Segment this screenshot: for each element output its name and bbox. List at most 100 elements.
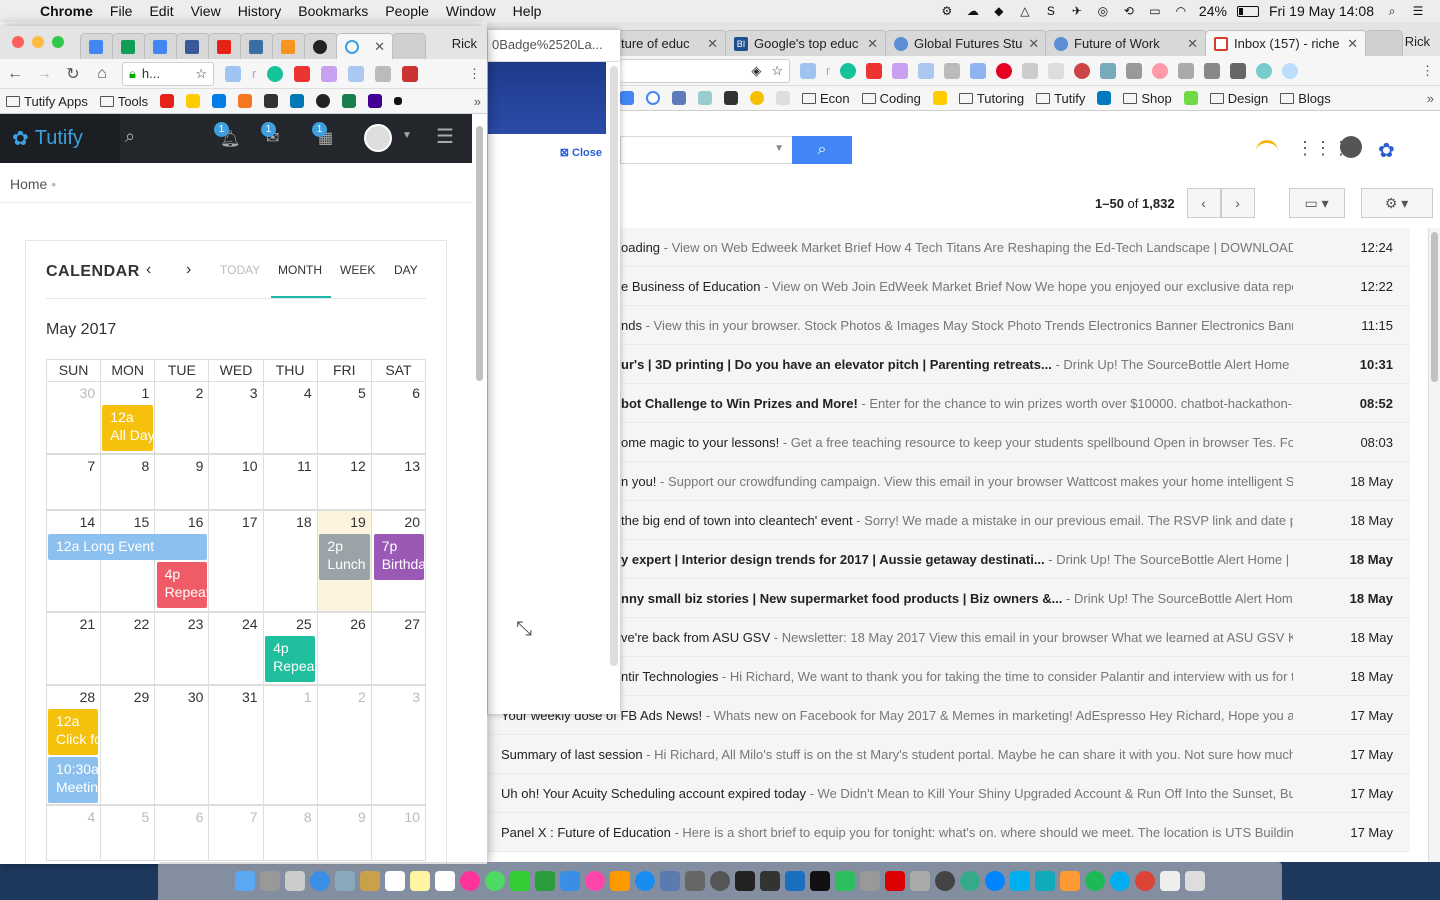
messenger-icon[interactable] [985,871,1005,891]
calendar-day-cell[interactable]: 1 [264,686,318,804]
terminal-icon[interactable] [810,871,830,891]
email-row[interactable]: ome magic to your lessons! - Get a free … [488,423,1410,462]
skype-icon[interactable] [1010,871,1030,891]
avatar[interactable] [364,124,392,152]
older-button[interactable]: › [1220,188,1255,218]
popup-scrollbar[interactable] [610,66,618,666]
calendar-day-cell[interactable]: 9 [155,455,210,509]
app-icon[interactable] [1060,871,1080,891]
terminal-icon[interactable] [735,871,755,891]
calendar-day-cell[interactable]: 3 [209,382,264,453]
calendar-day-cell[interactable]: 11 [264,455,318,509]
calendar-day-cell[interactable]: 30 [155,686,210,804]
calendar-day-cell[interactable]: 27 [372,613,425,684]
chrome-icon[interactable] [1135,871,1155,891]
calendar-day-cell[interactable]: 14 [47,511,102,611]
bookmark-star-icon[interactable]: ☆ [771,63,783,79]
bookmark-icon[interactable] [186,94,201,108]
extension-icon[interactable] [1100,62,1117,79]
close-tab-icon[interactable]: ✕ [1022,36,1039,52]
bookmark-icon[interactable] [750,91,764,105]
email-row[interactable]: nds - View this in your browser. Stock P… [488,306,1410,345]
extension-icon[interactable] [1282,62,1299,79]
xcode-icon[interactable] [785,871,805,891]
tutify-logo[interactable]: ✿ Tutify [0,114,120,163]
calendar-day-cell[interactable]: 4 [47,806,102,860]
youtube-icon[interactable] [160,94,175,108]
activity-monitor-icon[interactable] [760,871,780,891]
tab-inbox[interactable]: Inbox (157) - riche ✕ [1205,30,1367,56]
email-row[interactable]: y expert | Interior design trends for 20… [488,540,1410,579]
yahoo-icon[interactable] [368,94,383,108]
tutify-address-bar[interactable]: 🔒︎ h... ☆ [122,61,214,86]
popup-close-button[interactable]: ⊠ Close [560,146,602,159]
bookmarks-overflow-icon[interactable]: » [1427,91,1434,106]
notes-icon[interactable] [360,871,380,891]
search-icon[interactable]: ⌕ [125,126,135,147]
cast-icon[interactable]: ◈ [751,63,761,79]
acrobat-icon[interactable] [885,871,905,891]
upwork-icon[interactable] [1183,91,1198,105]
close-tab-icon[interactable]: ✕ [861,36,878,52]
close-window-icon[interactable] [12,36,24,48]
view-week-button[interactable]: WEEK [340,263,375,277]
close-tab-icon[interactable]: ✕ [701,36,718,52]
new-tab-button[interactable] [1365,30,1403,56]
numbers-icon[interactable] [535,871,555,891]
new-tab-button[interactable] [392,33,426,59]
email-row[interactable]: oading - View on Web Edweek Market Brief… [488,228,1410,267]
extension-icon[interactable] [944,62,961,79]
ibooks-icon[interactable] [610,871,630,891]
prev-month-chevron-icon[interactable]: ‹ [146,261,151,279]
linkedin-icon[interactable] [290,94,305,108]
calendar-day-cell[interactable]: 7 [209,806,264,860]
extension-icon[interactable] [970,62,987,79]
calendar-day-cell[interactable]: 23 [155,613,210,684]
gmail-search-button[interactable]: ⌕ [792,136,852,164]
email-row[interactable]: Summary of last session - Hi Richard, Al… [488,735,1410,774]
event-long-event[interactable]: 12a Long Event [48,534,207,560]
storage-icon[interactable] [910,871,930,891]
pinned-tab[interactable] [208,33,242,59]
tutify-scrollbar[interactable] [476,122,485,822]
extension-icon[interactable] [918,62,935,79]
settings-gear-button[interactable]: ⚙ ▾ [1360,188,1433,218]
email-row[interactable]: Your weekly dose of FB Ads News! - Whats… [488,696,1410,735]
trash-icon[interactable] [1185,871,1205,891]
calendar-day-cell[interactable]: 21 [47,613,102,684]
newer-button[interactable]: ‹ [1186,188,1221,218]
grammarly-icon[interactable]: ◎ [1095,4,1111,18]
calendar-day-cell[interactable]: 8 [101,455,156,509]
clock[interactable]: Fri 19 May 14:08 [1269,3,1374,19]
bookmark-folder-blogs[interactable]: Blogs [1280,91,1331,106]
event-all-day[interactable]: 12a All Day [102,405,153,451]
reload-icon[interactable]: ↻ [64,64,82,84]
calendar-day-cell[interactable]: 10 [209,455,264,509]
itunes-icon[interactable] [585,871,605,891]
calendar-day-cell[interactable]: 26 [318,613,372,684]
grammarly-icon[interactable] [840,62,857,79]
notification-center-icon[interactable]: ☰ [1410,4,1426,18]
extension-icon[interactable] [1256,62,1273,79]
pinned-tab[interactable] [144,33,178,59]
pinned-tab[interactable] [176,33,210,59]
email-row[interactable]: Panel X : Future of Education - Here is … [488,813,1410,852]
bookmark-icon[interactable] [620,91,634,105]
time-machine-icon[interactable] [710,871,730,891]
calendar-day-cell[interactable]: 31 [209,686,264,804]
profile-name[interactable]: Rick [452,36,477,51]
menu-edit[interactable]: Edit [149,3,173,19]
event-repeating[interactable]: 4p Repeating Event [265,636,316,682]
extension-icon[interactable] [1204,62,1221,79]
close-tab-icon[interactable]: ✕ [368,39,385,55]
calendar-day-cell[interactable]: 5 [318,382,372,453]
minimize-window-icon[interactable] [32,36,44,48]
bookmark-icon[interactable] [724,91,738,105]
trello-icon[interactable] [1097,91,1112,105]
calendar-day-cell[interactable]: 30 [47,382,102,453]
safari-icon[interactable] [310,871,330,891]
document-icon[interactable] [1160,871,1180,891]
extension-icon[interactable] [402,65,419,82]
bookmark-folder-econ[interactable]: Econ [802,91,850,106]
hamburger-menu-icon[interactable]: ☰ [436,124,454,149]
